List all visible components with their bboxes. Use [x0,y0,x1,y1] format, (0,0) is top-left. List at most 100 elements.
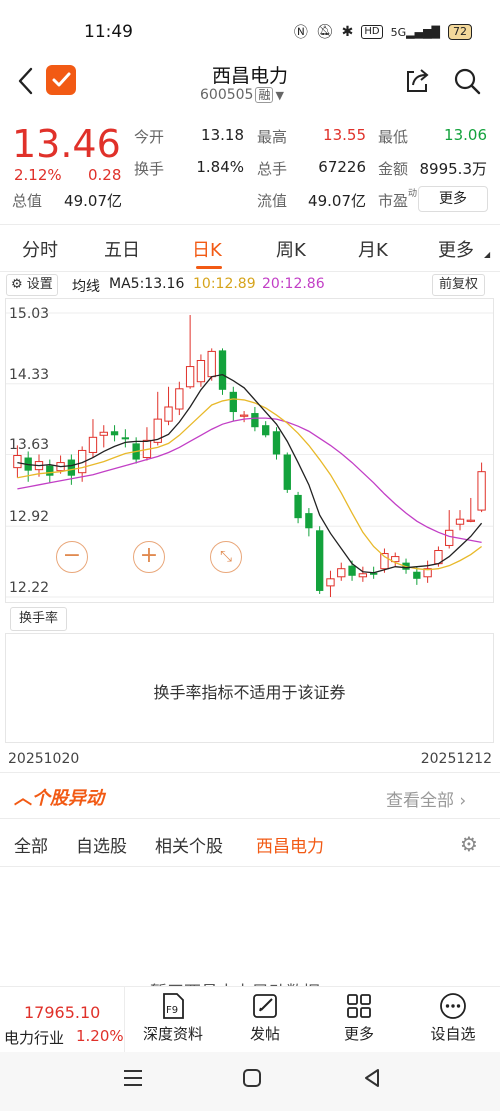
zoom-out-button[interactable]: − [56,541,88,573]
network-label: 5G [390,25,407,39]
turnover-message: 换手率指标不适用于该证券 [153,683,346,702]
filter-tab[interactable]: 自选股 [76,832,127,857]
more-dots-icon [440,993,466,1019]
candle-down [413,571,421,579]
share-icon[interactable] [402,66,432,100]
view-all-label: 查看全部 [386,791,454,811]
signal-icon: 5G▂▄▆█ [390,25,440,39]
candle-up [466,519,475,522]
stat-value: 13.06 [444,126,487,144]
candle-up [196,360,206,383]
stat-value: 49.07亿 [64,192,122,210]
stat-label: 今开 [134,128,165,146]
turnover-panel: 换手率指标不适用于该证券 [5,633,494,743]
post-button[interactable]: 发帖 [225,991,305,1044]
deep-data-button[interactable]: F9 深度资料 [133,991,213,1044]
view-all-link[interactable]: 查看全部 › [386,786,466,811]
back-icon[interactable] [362,1068,382,1092]
quote-panel: 13.46 2.12% 0.28 今开 13.18 最高 13.55 最低 13.06 换手… [0,120,500,220]
divider [0,271,500,272]
divider [0,866,500,867]
ma5-value: MA5:13.16 [109,276,185,292]
candle-down [348,565,356,576]
stat-value: 8995.3万 [419,160,488,178]
bluetooth-icon: ✱ [341,24,354,40]
tab-underline [196,266,222,269]
deep-data-label: 深度资料 [142,1025,203,1043]
filter-tab[interactable]: 西昌电力 [256,832,324,857]
stat-label: 最低 [378,128,409,146]
anomaly-title-text: 个股异动 [32,788,104,809]
tab-period[interactable]: 五日 [104,236,140,262]
candle-down [262,425,270,436]
candle-down [316,530,324,591]
settings-gear-icon[interactable]: ⚙ [460,832,478,856]
candle-down [218,350,227,390]
ma10-value: 10:12.89 [193,276,256,292]
candle-down [67,459,76,476]
settings-label: 设置 [26,277,53,292]
ma20-line [17,417,482,544]
kline-chart[interactable]: 15.03 14.33 13.63 12.92 12.22 − + ⤡ [5,298,494,603]
stat-label: 最高 [257,128,288,146]
stat-label: 市盈 [378,192,409,210]
filter-tab[interactable]: 全部 [14,832,48,857]
tab-period[interactable]: 周K [276,236,306,262]
chevron-up-icon: ︿ [14,788,32,809]
zoom-in-button[interactable]: + [133,541,165,573]
ma10-line [17,398,482,571]
candle-down [251,413,259,428]
candle-down [294,494,302,519]
home-icon[interactable] [242,1068,262,1092]
stat-value: 49.07亿 [308,192,366,210]
fullscreen-button[interactable]: ⤡ [210,541,242,573]
start-date: 20251020 [8,751,80,767]
tab-period[interactable]: 更多 [438,236,474,262]
more-quote-button[interactable]: 更多 [418,186,488,212]
stat-label: 金额 [378,160,409,178]
corner-caret-icon: ◢ [484,250,491,259]
last-price: 13.46 [12,122,121,166]
more-button[interactable]: 更多 [319,991,399,1044]
anomaly-header: ︿个股异动 查看全部 › [0,780,500,812]
y-tick-label: 12.22 [9,580,50,596]
add-watchlist-button[interactable]: 设自选 [413,991,493,1044]
settings-button[interactable]: ⚙ 设置 [6,274,58,296]
candle-down [110,431,119,436]
adjust-button[interactable]: 前复权 [432,274,486,296]
stat-value: 67226 [318,158,366,176]
stat-label: 流值 [257,192,288,210]
hd-badge: HD [361,25,383,39]
system-icons: Ⓝ 🔕︎ ✱ HD 5G▂▄▆█ 72 [294,22,472,42]
system-nav-bar [0,1052,500,1111]
sector-index-pct: 1.20% [76,1027,124,1045]
y-tick-label: 13.63 [9,437,50,454]
stock-code-row[interactable]: 600505 融 ▼ [200,86,284,103]
battery-icon: 72 [448,24,472,40]
candle-up [477,471,486,511]
tab-period[interactable]: 分时 [22,236,58,262]
candle-down [283,454,291,490]
candle-up [99,431,108,436]
sector-index-name: 电力行业 [4,1029,65,1047]
y-tick-label: 12.92 [9,509,50,526]
filter-tab[interactable]: 相关个股 [155,832,223,857]
turnover-tab[interactable]: 换手率 [10,607,68,631]
tab-period[interactable]: 日K [192,236,222,262]
stat-superscript: 动 [408,189,418,199]
tab-period[interactable]: 月K [358,236,388,262]
candle-up [185,366,195,388]
sector-index-value: 17965.10 [24,1003,101,1022]
caret-down-icon: ▼ [275,89,284,102]
change-amount: 0.28 [88,166,122,184]
candle-up [175,388,184,410]
status-time: 11:49 [84,22,133,42]
margin-badge: 融 [255,87,274,103]
search-icon[interactable] [452,66,482,100]
candle-down [121,437,130,440]
divider [0,224,500,225]
y-tick-label: 15.03 [9,306,50,322]
menu-icon[interactable] [122,1068,144,1092]
divider [0,818,500,819]
candle-up [358,573,368,578]
